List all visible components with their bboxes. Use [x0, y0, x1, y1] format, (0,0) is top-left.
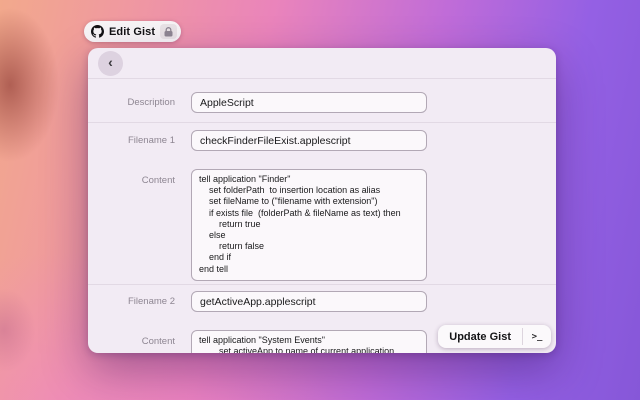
filename-2-input[interactable] [191, 291, 427, 312]
content-1-row: Content tell application "Finder" set fo… [88, 169, 556, 281]
back-button[interactable]: ‹ [98, 50, 123, 76]
section-file-1: Filename 1 Content tell application "Fin… [88, 123, 556, 285]
filename-1-input[interactable] [191, 130, 427, 151]
lock-icon [160, 24, 178, 39]
content-1-textarea[interactable]: tell application "Finder" set folderPath… [191, 169, 427, 281]
filename-2-label: Filename 2 [128, 296, 175, 307]
edit-gist-menubar-button[interactable]: Edit Gist [84, 21, 182, 42]
github-icon [91, 25, 104, 38]
edit-gist-label: Edit Gist [109, 25, 156, 38]
filename-1-label: Filename 1 [128, 135, 175, 146]
section-description: Description [88, 79, 556, 123]
update-gist-button[interactable]: Update Gist >_ [438, 325, 551, 348]
filename-1-row: Filename 1 [88, 130, 556, 151]
update-gist-label: Update Gist [449, 330, 511, 343]
content-2-textarea[interactable]: tell application "System Events" set act… [191, 330, 427, 353]
description-row: Description [88, 92, 556, 113]
terminal-icon[interactable]: >_ [523, 325, 551, 348]
description-label: Description [127, 97, 175, 108]
filename-2-row: Filename 2 [88, 291, 556, 312]
description-input[interactable] [191, 92, 427, 113]
edit-gist-window: ‹ Description Filename 1 Content tell ap… [88, 48, 556, 353]
window-header: ‹ [88, 48, 556, 79]
content-2-label: Content [141, 336, 175, 347]
content-1-label: Content [141, 175, 175, 186]
